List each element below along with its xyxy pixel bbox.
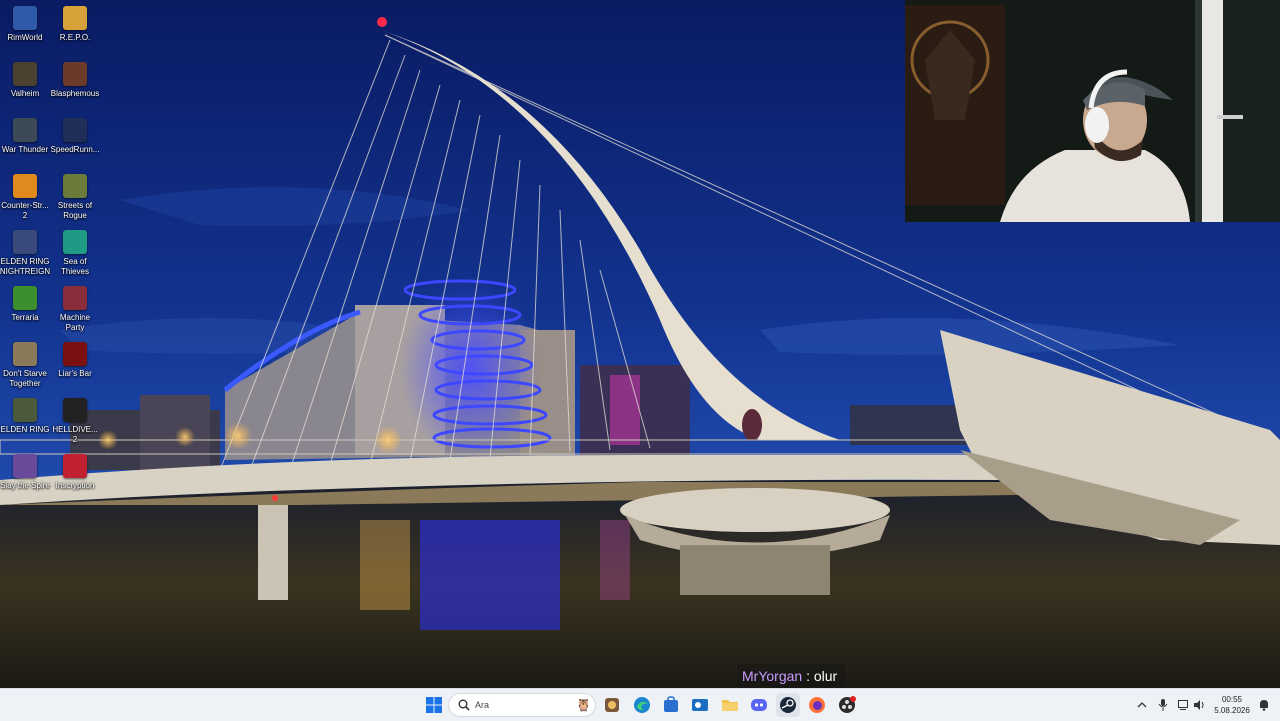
chat-separator: : [802, 668, 814, 684]
desktop-shortcut-label: Slay the Spire [0, 481, 50, 490]
desktop-shortcut[interactable]: Inscryption [50, 450, 100, 506]
desktop-shortcut-label: Sea of Thieves [60, 257, 89, 276]
streets-of-rogue-icon [63, 174, 87, 198]
search-placeholder: Ara [475, 700, 490, 710]
file-explorer-button[interactable] [718, 693, 742, 717]
notification-icon[interactable] [1256, 697, 1272, 713]
speedrunners-icon [63, 118, 87, 142]
elden-ring-icon [13, 398, 37, 422]
dont-starve-icon [13, 342, 37, 366]
system-clock[interactable]: 00:55 5.08.2026 [1208, 694, 1256, 716]
steam-button[interactable] [776, 693, 800, 717]
inscryption-icon [63, 454, 87, 478]
start-icon [426, 697, 442, 713]
desktop-shortcut-label: Machine Party [59, 313, 91, 332]
desktop-shortcut[interactable]: SpeedRunn... [50, 114, 100, 170]
clock-time: 00:55 [1221, 695, 1243, 704]
file-explorer-icon [722, 700, 738, 711]
chat-message: MrYorgan : olur [737, 664, 846, 688]
chat-username: MrYorgan [742, 668, 803, 684]
chevron-up-icon[interactable] [1134, 697, 1150, 713]
liars-bar-icon [63, 342, 87, 366]
taskbar: Ara 🦉 00:55 5.08.2026 [0, 688, 1280, 721]
desktop-icon-grid: RimWorld R.E.P.O. Valheim Blasphemous War Th… [0, 0, 102, 688]
desktop-shortcut-label: Blasphemous [50, 89, 100, 98]
desktop-shortcut[interactable]: War Thunder [0, 114, 50, 170]
valheim-icon [13, 62, 37, 86]
outlook-icon [692, 699, 708, 711]
machine-party-icon [63, 286, 87, 310]
desktop-shortcut-label: Inscryption [55, 481, 95, 490]
desktop-shortcut[interactable]: Valheim [0, 58, 50, 114]
desktop-shortcut-label: Streets of Rogue [57, 201, 93, 220]
desktop-shortcut[interactable]: Sea of Thieves [50, 226, 100, 282]
firefox-icon [809, 697, 825, 713]
start-button[interactable] [422, 693, 446, 717]
widgets-icon [605, 698, 619, 712]
webcam-overlay [905, 0, 1280, 222]
desktop-shortcut[interactable]: HELLDIVE... 2 [50, 394, 100, 450]
desktop-shortcut-label: R.E.P.O. [59, 33, 91, 42]
desktop-shortcut-label: HELLDIVE... 2 [52, 425, 98, 444]
desktop-shortcut-label: War Thunder [1, 145, 49, 154]
terraria-icon [13, 286, 37, 310]
microphone-icon[interactable] [1155, 697, 1171, 713]
helldivers-icon [63, 398, 87, 422]
network-icon[interactable] [1176, 697, 1192, 713]
search-highlight-icon: 🦉 [576, 698, 591, 712]
firefox-button[interactable] [805, 693, 829, 717]
volume-icon[interactable] [1192, 697, 1208, 713]
desktop-shortcut[interactable]: ELDEN RING [0, 394, 50, 450]
steam-icon [780, 697, 796, 713]
sea-of-thieves-icon [63, 230, 87, 254]
outlook-button[interactable] [688, 693, 712, 717]
edge-button[interactable] [630, 693, 654, 717]
elden-ring-nightreign-icon [13, 230, 37, 254]
clock-date: 5.08.2026 [1214, 706, 1250, 715]
edge-icon [634, 697, 650, 713]
slay-the-spire-icon [13, 454, 37, 478]
chat-text: olur [813, 668, 838, 684]
desktop-shortcut[interactable]: R.E.P.O. [50, 2, 100, 58]
counter-strike-icon [13, 174, 37, 198]
obs-button[interactable] [835, 693, 859, 717]
desktop-shortcut[interactable]: Machine Party [50, 282, 100, 338]
desktop-shortcut[interactable]: Slay the Spire [0, 450, 50, 506]
search-icon [453, 699, 475, 711]
store-icon [664, 696, 678, 712]
war-thunder-icon [13, 118, 37, 142]
desktop-shortcut-label: SpeedRunn... [50, 145, 100, 154]
desktop-shortcut-label: ELDEN RING NIGHTREIGN [0, 257, 51, 276]
desktop-shortcut[interactable]: Liar's Bar [50, 338, 100, 394]
discord-icon [751, 699, 767, 711]
desktop-shortcut-label: Counter-Str... 2 [1, 201, 49, 220]
rimworld-icon [13, 6, 37, 30]
desktop-shortcut[interactable]: Don't Starve Together [0, 338, 50, 394]
blasphemous-icon [63, 62, 87, 86]
desktop-shortcut-label: RimWorld [7, 33, 43, 42]
desktop-shortcut[interactable]: Streets of Rogue [50, 170, 100, 226]
desktop-shortcut-label: Valheim [10, 89, 40, 98]
store-button[interactable] [659, 693, 683, 717]
repo-icon [63, 6, 87, 30]
desktop-shortcut-label: Liar's Bar [58, 369, 92, 378]
desktop-shortcut[interactable]: RimWorld [0, 2, 50, 58]
desktop-shortcut[interactable]: Terraria [0, 282, 50, 338]
widgets-button[interactable] [600, 693, 624, 717]
desktop-shortcut[interactable]: Blasphemous [50, 58, 100, 114]
desktop-shortcut[interactable]: Counter-Str... 2 [0, 170, 50, 226]
taskbar-search[interactable]: Ara 🦉 [448, 693, 596, 717]
desktop-shortcut-label: Don't Starve Together [3, 369, 47, 388]
discord-button[interactable] [747, 693, 771, 717]
obs-icon [839, 696, 856, 713]
desktop-shortcut-label: Terraria [11, 313, 39, 322]
desktop-shortcut[interactable]: ELDEN RING NIGHTREIGN [0, 226, 50, 282]
desktop-shortcut-label: ELDEN RING [0, 425, 50, 434]
